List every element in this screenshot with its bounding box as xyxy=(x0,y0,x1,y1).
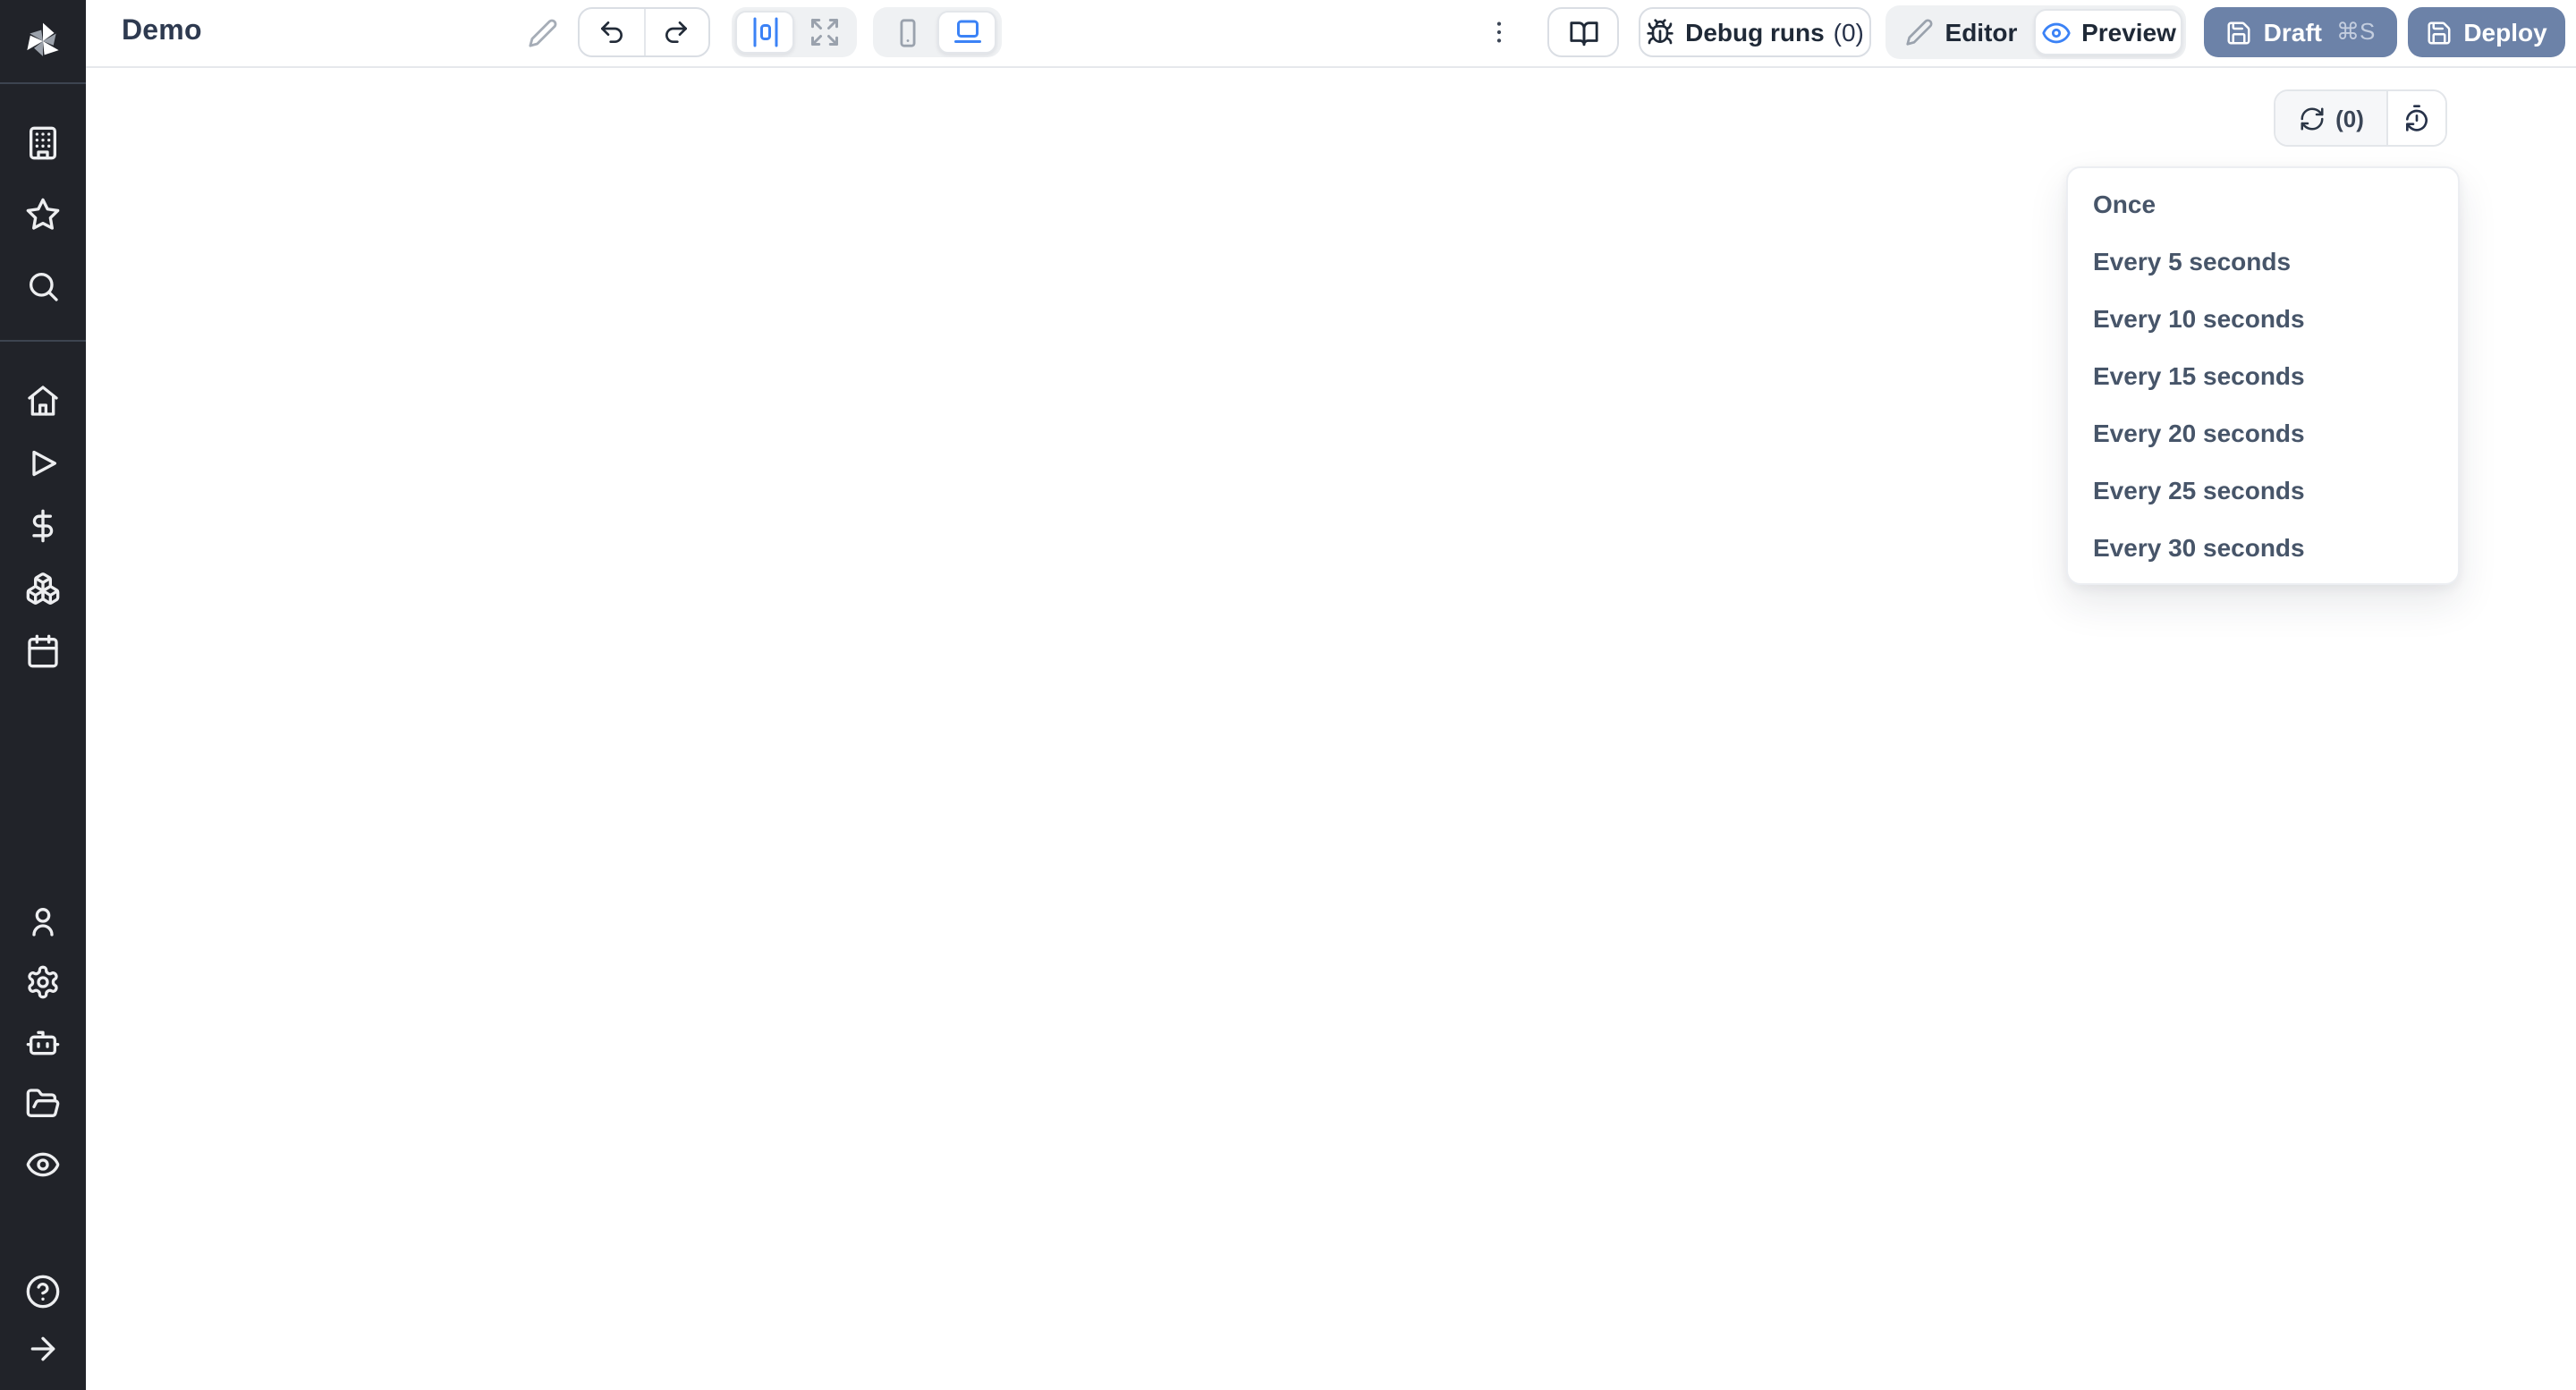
refresh-interval-button[interactable] xyxy=(2388,91,2445,145)
draft-label: Draft xyxy=(2264,18,2322,47)
sidebar-item-search[interactable] xyxy=(0,250,86,322)
sidebar-item-runs[interactable] xyxy=(0,431,86,494)
debug-runs-button[interactable]: Debug runs (0) xyxy=(1639,7,1871,57)
main-area: Demo xyxy=(86,0,2576,1390)
constrained-width-button[interactable] xyxy=(735,11,794,54)
editor-tab-label: Editor xyxy=(1945,18,2018,47)
app-window: Demo xyxy=(0,0,2576,1390)
windmill-logo[interactable] xyxy=(0,0,86,82)
refresh-button[interactable]: (0) xyxy=(2275,91,2388,145)
menu-item-every-10s[interactable]: Every 10 seconds xyxy=(2068,290,2458,347)
undo-button[interactable] xyxy=(580,7,643,57)
deploy-button[interactable]: Deploy xyxy=(2408,7,2565,57)
sidebar-group-admin xyxy=(0,891,86,1195)
full-width-button[interactable] xyxy=(794,11,853,54)
more-menu-button[interactable] xyxy=(1478,7,1521,57)
smartphone-icon xyxy=(893,17,923,47)
play-icon xyxy=(25,445,61,480)
sidebar-group-workspace xyxy=(0,107,86,322)
sidebar-item-audit-logs[interactable] xyxy=(0,1134,86,1195)
menu-item-every-20s[interactable]: Every 20 seconds xyxy=(2068,404,2458,462)
refresh-count: (0) xyxy=(2335,105,2364,131)
refresh-icon xyxy=(2298,105,2325,131)
docs-button[interactable] xyxy=(1547,7,1619,57)
history-group xyxy=(578,7,710,57)
sidebar-item-favorites[interactable] xyxy=(0,179,86,250)
mobile-view-button[interactable] xyxy=(878,11,937,54)
sidebar-item-schedules[interactable] xyxy=(0,619,86,682)
align-width-icon xyxy=(749,16,781,48)
view-toggle: Editor Preview xyxy=(1885,5,2186,59)
sidebar-item-settings[interactable] xyxy=(0,952,86,1013)
preview-tab-label: Preview xyxy=(2081,18,2176,47)
windmill-logo-icon xyxy=(20,18,66,64)
menu-item-every-25s[interactable]: Every 25 seconds xyxy=(2068,462,2458,519)
top-toolbar: Demo xyxy=(86,0,2576,68)
debug-runs-count: (0) xyxy=(1834,18,1864,47)
app-canvas: (0) Once Every 5 seconds Every 10 second… xyxy=(86,68,2576,1390)
sidebar-item-users[interactable] xyxy=(0,891,86,952)
building-icon xyxy=(25,125,61,161)
sidebar xyxy=(0,0,86,1390)
search-icon xyxy=(25,268,61,304)
app-title-wrap: Demo xyxy=(122,0,202,64)
sidebar-item-workers[interactable] xyxy=(0,1013,86,1073)
home-icon xyxy=(25,382,61,418)
book-open-icon xyxy=(1568,17,1598,47)
folder-open-icon xyxy=(25,1086,61,1122)
eye-icon xyxy=(2040,17,2071,47)
kebab-icon xyxy=(1485,18,1513,47)
debug-runs-label: Debug runs xyxy=(1685,18,1825,47)
help-circle-icon xyxy=(25,1274,61,1309)
arrow-right-icon xyxy=(25,1331,61,1367)
sidebar-divider xyxy=(0,82,86,84)
user-icon xyxy=(25,903,61,939)
sidebar-item-folders[interactable] xyxy=(0,1073,86,1134)
timer-reset-icon xyxy=(2402,104,2431,132)
sidebar-item-home[interactable] xyxy=(0,369,86,431)
draft-shortcut: ⌘S xyxy=(2336,18,2375,47)
undo-icon xyxy=(597,18,626,47)
save-draft-button[interactable]: Draft ⌘S xyxy=(2204,7,2397,57)
sidebar-expand-button[interactable] xyxy=(0,1320,86,1377)
sidebar-item-resources[interactable] xyxy=(0,556,86,619)
refresh-controls: (0) xyxy=(2274,89,2447,147)
pencil-icon xyxy=(1906,18,1935,47)
desktop-view-button[interactable] xyxy=(937,11,996,54)
menu-item-every-30s[interactable]: Every 30 seconds xyxy=(2068,519,2458,576)
menu-item-every-15s[interactable]: Every 15 seconds xyxy=(2068,347,2458,404)
expand-icon xyxy=(808,16,840,48)
sidebar-item-workspace[interactable] xyxy=(0,107,86,179)
sidebar-item-help[interactable] xyxy=(0,1263,86,1320)
page-title: Demo xyxy=(122,16,202,48)
deploy-label: Deploy xyxy=(2463,18,2546,47)
redo-button[interactable] xyxy=(645,7,708,57)
laptop-icon xyxy=(951,16,983,48)
robot-icon xyxy=(25,1025,61,1061)
sidebar-item-variables[interactable] xyxy=(0,494,86,556)
redo-icon xyxy=(662,18,691,47)
sidebar-divider xyxy=(0,340,86,342)
menu-item-once[interactable]: Once xyxy=(2068,175,2458,233)
pencil-icon xyxy=(527,17,557,47)
save-icon xyxy=(2426,19,2453,46)
bug-icon xyxy=(1646,18,1674,47)
refresh-interval-menu: Once Every 5 seconds Every 10 seconds Ev… xyxy=(2066,166,2460,585)
layout-width-toggle xyxy=(732,7,857,57)
menu-item-every-5s[interactable]: Every 5 seconds xyxy=(2068,233,2458,290)
gear-icon xyxy=(25,964,61,1000)
edit-title-button[interactable] xyxy=(521,7,564,57)
editor-tab[interactable]: Editor xyxy=(1889,9,2034,55)
dollar-icon xyxy=(25,507,61,543)
sidebar-group-main xyxy=(0,369,86,682)
eye-icon xyxy=(25,1147,61,1182)
calendar-icon xyxy=(25,632,61,668)
star-icon xyxy=(25,197,61,233)
sidebar-group-footer xyxy=(0,1263,86,1377)
save-icon xyxy=(2226,19,2253,46)
device-toggle xyxy=(873,7,1002,57)
boxes-icon xyxy=(25,570,61,606)
preview-tab[interactable]: Preview xyxy=(2034,9,2182,55)
